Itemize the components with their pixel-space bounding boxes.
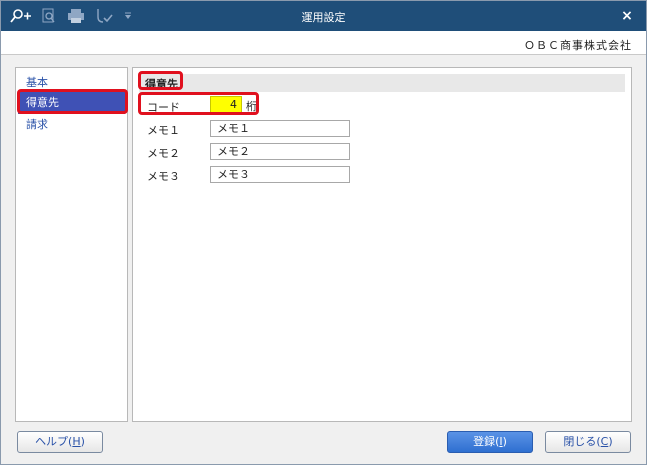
memo3-label: メモ３ — [147, 170, 180, 183]
section-header: 得意先 — [139, 74, 625, 92]
code-digits-input[interactable]: 4 — [210, 96, 242, 113]
settings-nav: 基本 得意先 請求 — [15, 67, 128, 422]
settings-window: 運用設定 × ＯＢＣ商事株式会社 基本 得意先 請求 得意先 コード 4 桁 メ… — [0, 0, 647, 465]
code-unit: 桁 — [246, 100, 257, 113]
company-bar: ＯＢＣ商事株式会社 — [1, 31, 646, 55]
title-bar: 運用設定 × — [1, 1, 646, 31]
memo1-input[interactable]: メモ１ — [210, 120, 350, 137]
memo2-input[interactable]: メモ２ — [210, 143, 350, 160]
section-title: 得意先 — [145, 78, 178, 91]
memo3-input[interactable]: メモ３ — [210, 166, 350, 183]
memo2-label: メモ２ — [147, 147, 180, 160]
nav-item-billing[interactable]: 請求 — [18, 114, 125, 136]
help-button[interactable]: ヘルプ(H) — [17, 431, 103, 453]
register-button[interactable]: 登録(I) — [447, 431, 533, 453]
nav-item-customer[interactable]: 得意先 — [18, 92, 125, 114]
code-label: コード — [147, 101, 180, 114]
nav-item-basic[interactable]: 基本 — [18, 72, 125, 94]
settings-content: 得意先 コード 4 桁 メモ１ メモ１ メモ２ メモ２ メモ３ メモ３ — [132, 67, 632, 422]
close-button[interactable]: 閉じる(C) — [545, 431, 631, 453]
company-name: ＯＢＣ商事株式会社 — [524, 39, 632, 52]
memo1-label: メモ１ — [147, 124, 180, 137]
window-title: 運用設定 — [301, 11, 346, 24]
close-icon[interactable]: × — [618, 7, 636, 25]
